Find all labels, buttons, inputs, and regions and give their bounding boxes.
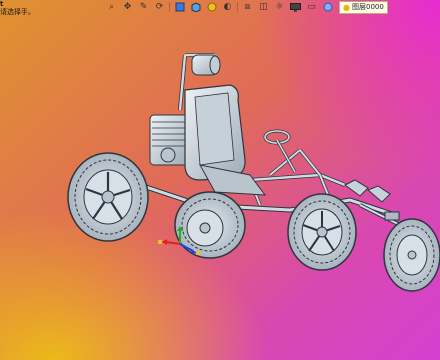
- wheel-rear-right: [174, 191, 246, 259]
- model-viewport[interactable]: [0, 0, 440, 360]
- wheel-rear-left: [67, 152, 149, 242]
- wheel-front-left: [287, 193, 357, 271]
- engine-block: [149, 114, 189, 166]
- wheel-front-right: [383, 218, 440, 292]
- seat: [184, 84, 267, 196]
- headrest: [191, 54, 221, 76]
